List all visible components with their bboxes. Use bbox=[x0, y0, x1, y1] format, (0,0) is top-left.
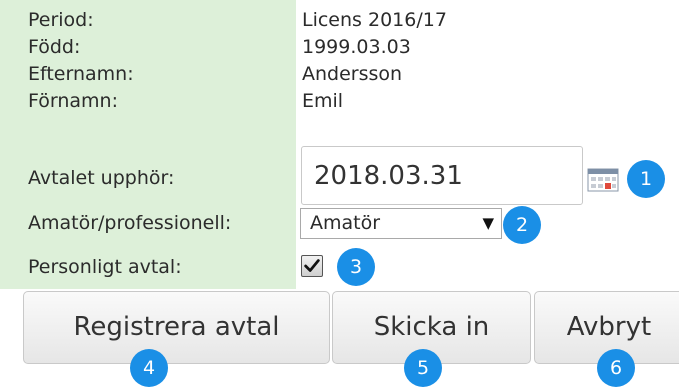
personal-contract-label: Personligt avtal: bbox=[28, 256, 182, 278]
contract-form: Period: Licens 2016/17 Född: 1999.03.03 … bbox=[0, 0, 679, 388]
chevron-down-icon: ▼ bbox=[482, 214, 494, 232]
end-date-input[interactable] bbox=[301, 146, 583, 205]
status-select[interactable]: Amatör ▼ bbox=[300, 208, 502, 239]
badge-2: 2 bbox=[503, 206, 541, 244]
badge-3: 3 bbox=[337, 248, 375, 286]
lastname-label: Efternamn: bbox=[28, 63, 134, 85]
checkmark-icon bbox=[304, 259, 320, 272]
firstname-value: Emil bbox=[302, 90, 344, 112]
status-label: Amatör/professionell: bbox=[28, 212, 232, 234]
end-date-label: Avtalet upphör: bbox=[28, 167, 175, 189]
birthdate-label: Född: bbox=[28, 36, 81, 58]
personal-contract-checkbox[interactable] bbox=[301, 255, 323, 277]
calendar-icon[interactable] bbox=[587, 166, 619, 192]
period-value: Licens 2016/17 bbox=[302, 9, 447, 31]
period-label: Period: bbox=[28, 9, 94, 31]
badge-5: 5 bbox=[404, 349, 442, 387]
firstname-label: Förnamn: bbox=[28, 90, 118, 112]
birthdate-value: 1999.03.03 bbox=[302, 36, 411, 58]
register-contract-button[interactable]: Registrera avtal bbox=[23, 291, 330, 364]
badge-4: 4 bbox=[130, 349, 168, 387]
badge-6: 6 bbox=[597, 349, 635, 387]
badge-1: 1 bbox=[627, 160, 665, 198]
status-selected-value: Amatör bbox=[310, 212, 381, 234]
lastname-value: Andersson bbox=[302, 63, 403, 85]
